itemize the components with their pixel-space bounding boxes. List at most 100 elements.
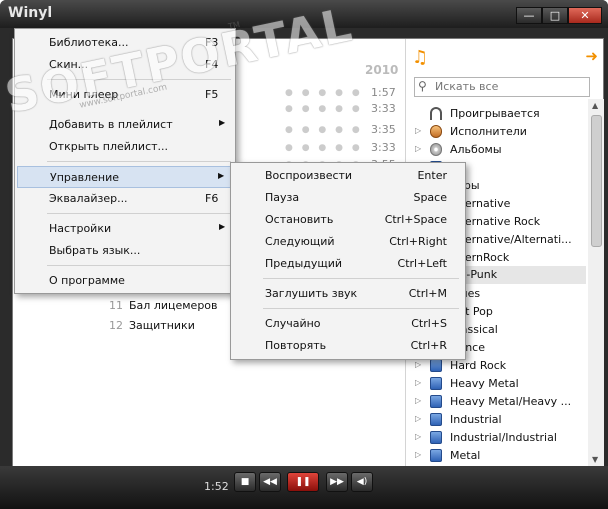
expand-icon[interactable]: ▷ bbox=[415, 396, 421, 405]
menu-item-label: Настройки bbox=[49, 222, 112, 235]
menu-item-mute[interactable]: Заглушить звук Ctrl+M bbox=[233, 283, 461, 305]
tree-item[interactable]: ▷ Heavy Metal/Heavy ... bbox=[406, 393, 586, 411]
scroll-up-icon[interactable]: ▲ bbox=[592, 101, 598, 110]
menu-item-shortcut: Space bbox=[413, 191, 447, 204]
user-icon bbox=[430, 125, 442, 138]
tree-item-label: Heavy Metal/Heavy ... bbox=[450, 395, 572, 408]
menu-item-shortcut: Ctrl+Space bbox=[384, 213, 447, 226]
tree-item[interactable]: ▷ Industrial/Industrial bbox=[406, 429, 586, 447]
tree-item[interactable]: ▷ Исполнители bbox=[406, 123, 586, 141]
stop-button[interactable]: ■ bbox=[234, 472, 256, 492]
menu-separator bbox=[263, 308, 459, 309]
volume-icon[interactable]: ◀) bbox=[351, 472, 373, 492]
search-box[interactable]: ⚲ bbox=[414, 77, 590, 97]
menu-item-label: Повторять bbox=[265, 339, 327, 352]
track-title: Защитники bbox=[129, 319, 195, 332]
genre-icon bbox=[430, 449, 442, 462]
rating-icon[interactable]: ● ● ● ● ● bbox=[285, 143, 363, 153]
close-button[interactable]: ✕ bbox=[568, 7, 602, 24]
submenu-arrow-icon: ▶ bbox=[219, 222, 226, 231]
menu-item-shortcut: F6 bbox=[205, 192, 219, 205]
menu-item-about[interactable]: О программе bbox=[17, 270, 231, 292]
expand-icon[interactable]: ▷ bbox=[415, 360, 421, 369]
menu-item-shortcut: Ctrl+M bbox=[408, 287, 447, 300]
expand-icon[interactable]: ▷ bbox=[415, 450, 421, 459]
rating-icon[interactable]: ● ● ● ● ● bbox=[285, 125, 363, 135]
genre-icon bbox=[430, 395, 442, 408]
menu-item-open-playlist[interactable]: Открыть плейлист... bbox=[17, 136, 231, 158]
menu-item-label: Предыдущий bbox=[265, 257, 343, 270]
menu-item-equalizer[interactable]: Эквалайзер... F6 bbox=[17, 188, 231, 210]
menu-separator bbox=[47, 161, 231, 162]
expand-icon[interactable]: ▷ bbox=[415, 414, 421, 423]
menu-item-shortcut: Ctrl+Left bbox=[397, 257, 447, 270]
disc-icon bbox=[430, 143, 442, 156]
headphones-icon bbox=[430, 107, 442, 120]
genre-icon bbox=[430, 413, 442, 426]
menu-item-play[interactable]: Воспроизвести Enter bbox=[233, 165, 461, 187]
menu-item-label: Случайно bbox=[265, 317, 321, 330]
menu-item-label: Открыть плейлист... bbox=[49, 140, 169, 153]
menu-item-label: Управление bbox=[50, 171, 120, 184]
tree-item[interactable]: ▷ Альбомы bbox=[406, 141, 586, 159]
menu-separator bbox=[47, 265, 231, 266]
previous-button[interactable]: ◀◀ bbox=[259, 472, 281, 492]
menu-item-shortcut: F5 bbox=[205, 88, 219, 101]
menu-item-language[interactable]: Выбрать язык... bbox=[17, 240, 231, 262]
menu-item-previous[interactable]: Предыдущий Ctrl+Left bbox=[233, 253, 461, 275]
rating-icon[interactable]: ● ● ● ● ● bbox=[285, 104, 363, 114]
search-icon: ⚲ bbox=[418, 79, 427, 93]
tree-item-label: Hard Rock bbox=[450, 359, 507, 372]
tree-item-label: Industrial bbox=[450, 413, 502, 426]
expand-icon[interactable]: ▷ bbox=[415, 432, 421, 441]
track-title: Бал лицемеров bbox=[129, 299, 218, 312]
menu-item-next[interactable]: Следующий Ctrl+Right bbox=[233, 231, 461, 253]
tree-item-label: Metal bbox=[450, 449, 481, 462]
track-number: 11 bbox=[109, 299, 123, 312]
menu-separator bbox=[47, 213, 231, 214]
menu-item-stop[interactable]: Остановить Ctrl+Space bbox=[233, 209, 461, 231]
track-number: 12 bbox=[109, 319, 123, 332]
tree-scrollbar[interactable]: ▲ ▼ bbox=[588, 99, 604, 466]
menu-item-repeat[interactable]: Повторять Ctrl+R bbox=[233, 335, 461, 357]
window-controls: — □ ✕ bbox=[516, 7, 602, 24]
transport-bar: 1:52 ■ ◀◀ ❚❚ ▶▶ ◀) bbox=[0, 466, 608, 509]
music-note-icon[interactable]: ♫ bbox=[412, 47, 428, 68]
scroll-thumb[interactable] bbox=[591, 115, 602, 247]
menu-item-pause[interactable]: Пауза Space bbox=[233, 187, 461, 209]
rating-icon[interactable]: ● ● ● ● ● bbox=[285, 88, 363, 98]
menu-item-label: Эквалайзер... bbox=[49, 192, 128, 205]
track-duration: 3:33 bbox=[371, 141, 396, 154]
play-pause-button[interactable]: ❚❚ bbox=[287, 472, 319, 492]
menu-item-settings[interactable]: Настройки ▶ bbox=[17, 218, 231, 240]
menu-item-shortcut: Ctrl+S bbox=[411, 317, 447, 330]
next-button[interactable]: ▶▶ bbox=[326, 472, 348, 492]
genre-icon bbox=[430, 377, 442, 390]
expand-icon[interactable]: ▷ bbox=[415, 144, 421, 153]
playback-time: 1:52 bbox=[204, 480, 229, 493]
album-year: 2010 bbox=[365, 63, 399, 77]
scroll-down-icon[interactable]: ▼ bbox=[592, 455, 598, 464]
tree-item-label: Исполнители bbox=[450, 125, 527, 138]
tree-item-label: Heavy Metal bbox=[450, 377, 519, 390]
menu-item-control[interactable]: Управление ▶ bbox=[17, 166, 231, 188]
expand-icon[interactable]: ▷ bbox=[415, 378, 421, 387]
menu-item-shortcut: Ctrl+Right bbox=[389, 235, 447, 248]
app-title: Winyl bbox=[8, 5, 53, 21]
tree-item[interactable]: ▷ Heavy Metal bbox=[406, 375, 586, 393]
tree-item-label: Industrial/Industrial bbox=[450, 431, 557, 444]
submenu-arrow-icon: ▶ bbox=[219, 118, 226, 127]
menu-item-shuffle[interactable]: Случайно Ctrl+S bbox=[233, 313, 461, 335]
tree-item[interactable]: Проигрывается bbox=[406, 105, 586, 123]
search-input[interactable] bbox=[435, 79, 585, 94]
track-duration: 3:33 bbox=[371, 102, 396, 115]
expand-icon[interactable]: ▷ bbox=[415, 126, 421, 135]
tree-item[interactable]: ▷ Industrial bbox=[406, 411, 586, 429]
control-submenu: Воспроизвести Enter Пауза Space Останови… bbox=[230, 162, 466, 360]
minimize-button[interactable]: — bbox=[516, 7, 542, 24]
maximize-button[interactable]: □ bbox=[542, 7, 568, 24]
submenu-arrow-icon: ▶ bbox=[218, 171, 225, 180]
arrow-right-icon[interactable]: ➜ bbox=[585, 47, 598, 65]
tree-item-label: Проигрывается bbox=[450, 107, 540, 120]
tree-item[interactable]: ▷ Metal bbox=[406, 447, 586, 465]
